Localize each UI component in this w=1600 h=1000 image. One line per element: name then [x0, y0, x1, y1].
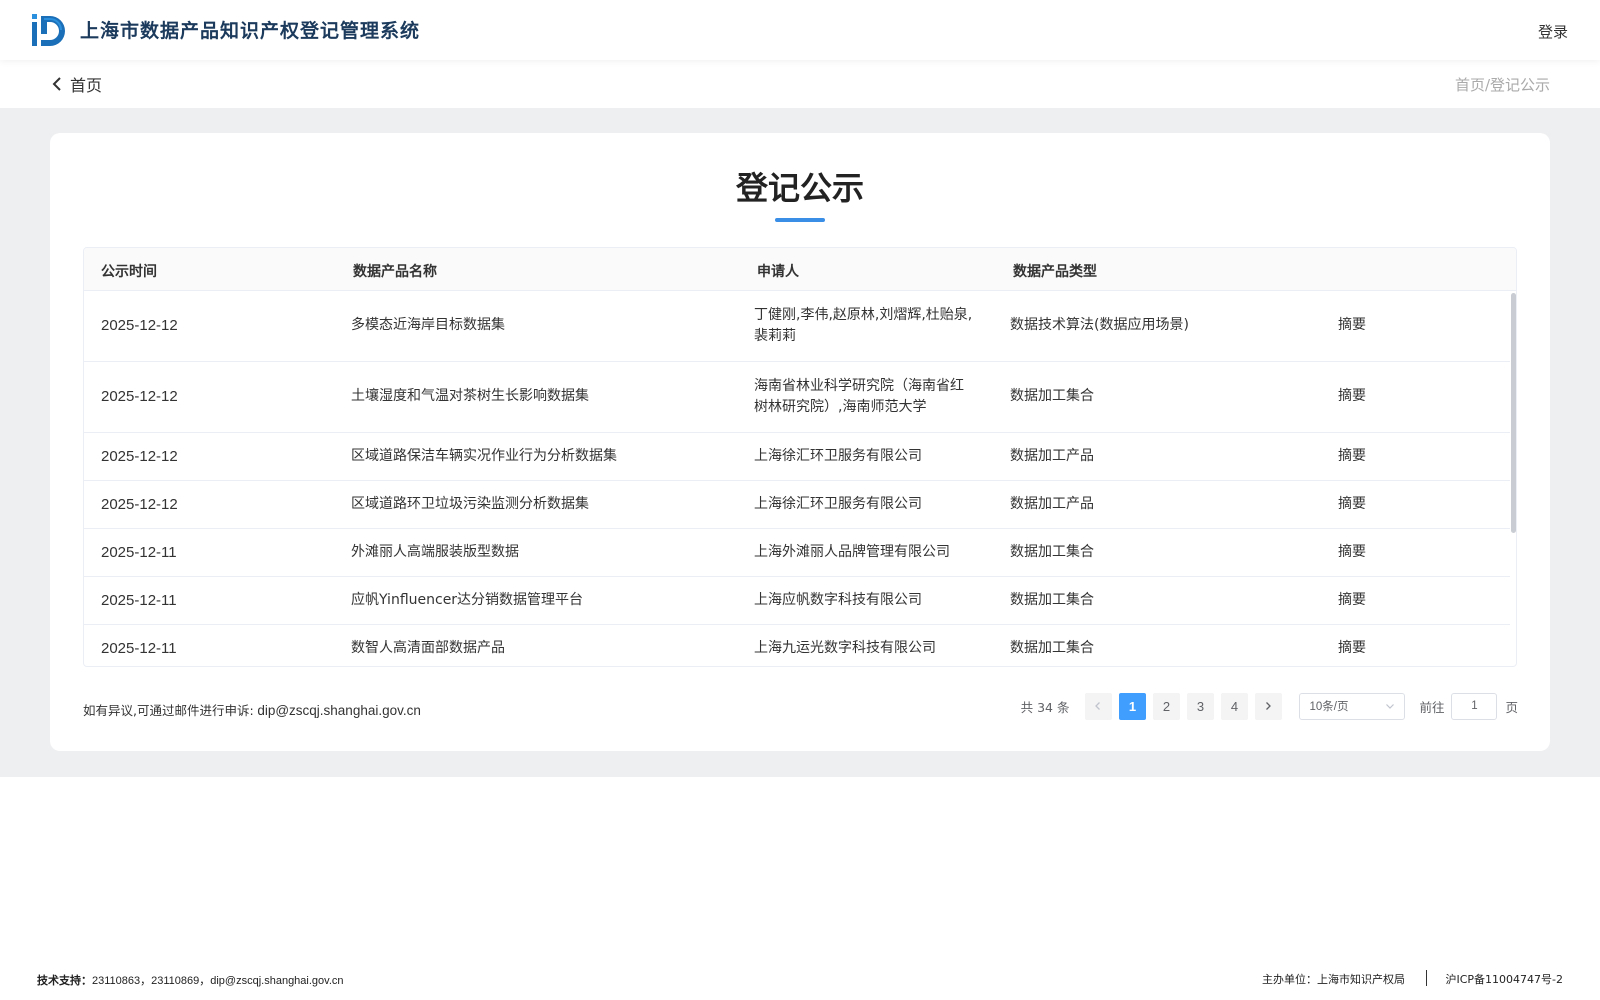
row-product-type: 数据加工集合: [1010, 640, 1094, 656]
table-row: 2025-12-12 多模态近海岸目标数据集 丁健刚,李伟,赵原林,刘熠辉,杜贻…: [84, 291, 1510, 362]
row-product-type: 数据加工集合: [1010, 544, 1094, 560]
total-count: 共 34 条: [1020, 699, 1070, 715]
sub-navigation: 首页 首页/登记公示: [0, 60, 1600, 108]
next-page-button[interactable]: [1254, 692, 1282, 720]
row-applicant: 上海徐汇环卫服务有限公司: [754, 496, 922, 512]
page-button[interactable]: 2: [1152, 692, 1180, 720]
table-scrollbar[interactable]: [1510, 291, 1516, 666]
page-suffix: 页: [1505, 699, 1518, 715]
row-summary-link[interactable]: 摘要: [1338, 386, 1366, 407]
tech-support-contacts: 23110863，23110869，dip@zscqj.shanghai.gov…: [92, 975, 344, 987]
site-footer: 技术支持：23110863，23110869，dip@zscqj.shangha…: [0, 960, 1600, 1000]
row-applicant: 上海外滩丽人品牌管理有限公司: [754, 544, 950, 560]
row-product-name: 土壤湿度和气温对茶树生长影响数据集: [351, 388, 589, 404]
table-row: 2025-12-11 外滩丽人高端服装版型数据 上海外滩丽人品牌管理有限公司 数…: [84, 529, 1510, 577]
chevron-right-icon: [1266, 702, 1272, 710]
pagination: 共 34 条 1 2 3 4 10条/页 前往 页: [1021, 692, 1518, 720]
page-size-value: 10条/页: [1309, 701, 1349, 713]
row-product-name: 数智人高清面部数据产品: [351, 640, 505, 656]
appeal-email: dip@zscqj.shanghai.gov.cn: [257, 703, 421, 718]
row-product-type: 数据加工产品: [1010, 496, 1094, 512]
row-date: 2025-12-11: [101, 592, 177, 609]
title-underline: [775, 218, 825, 222]
row-applicant: 上海九运光数字科技有限公司: [754, 640, 936, 656]
breadcrumb: 首页/登记公示: [1454, 76, 1550, 94]
row-summary-link[interactable]: 摘要: [1338, 446, 1366, 467]
table-row: 2025-12-12 土壤湿度和气温对茶树生长影响数据集 海南省林业科学研究院（…: [84, 362, 1510, 433]
announcement-table: 公示时间 数据产品名称 申请人 数据产品类型 2025-12-12 多模态近海岸…: [83, 247, 1517, 667]
row-applicant: 上海徐汇环卫服务有限公司: [754, 448, 922, 464]
host-organization: 主办单位：上海市知识产权局: [1262, 973, 1405, 986]
table-row: 2025-12-11 数智人高清面部数据产品 上海九运光数字科技有限公司 数据加…: [84, 625, 1510, 666]
row-summary-link[interactable]: 摘要: [1338, 542, 1366, 563]
table-body[interactable]: 2025-12-12 多模态近海岸目标数据集 丁健刚,李伟,赵原林,刘熠辉,杜贻…: [84, 291, 1510, 666]
row-summary-link[interactable]: 摘要: [1338, 315, 1366, 336]
appeal-label: 如有异议,可通过邮件进行申诉:: [83, 703, 254, 718]
chevron-left-icon: [52, 77, 61, 91]
column-header-name: 数据产品名称: [353, 264, 437, 280]
row-date: 2025-12-12: [101, 388, 178, 405]
row-applicant: 上海应帆数字科技有限公司: [754, 592, 922, 608]
column-header-date: 公示时间: [101, 264, 157, 280]
goto-page-input[interactable]: [1451, 692, 1498, 720]
row-product-type: 数据技术算法(数据应用场景): [1010, 317, 1189, 333]
row-date: 2025-12-12: [101, 448, 178, 465]
page-size-select[interactable]: 10条/页: [1299, 692, 1406, 720]
page-button[interactable]: 4: [1220, 692, 1248, 720]
tech-support: 技术支持：23110863，23110869，dip@zscqj.shangha…: [37, 972, 344, 988]
top-header: 上海市数据产品知识产权登记管理系统 登录: [0, 0, 1600, 60]
announcement-card: 登记公示 公示时间 数据产品名称 申请人 数据产品类型 2025-12-12 多…: [50, 133, 1550, 751]
row-product-name: 多模态近海岸目标数据集: [351, 317, 505, 333]
back-label: 首页: [70, 76, 103, 95]
icp-number[interactable]: 沪ICP备11004747号-2: [1445, 971, 1563, 987]
column-header-type: 数据产品类型: [1013, 264, 1097, 280]
page-button[interactable]: 1: [1118, 692, 1146, 720]
chevron-left-icon: [1095, 702, 1101, 710]
table-row: 2025-12-11 应帆Yinfluencer达分销数据管理平台 上海应帆数字…: [84, 577, 1510, 625]
login-link[interactable]: 登录: [1538, 21, 1568, 42]
appeal-notice: 如有异议,可通过邮件进行申诉: dip@zscqj.shanghai.gov.c…: [83, 700, 421, 719]
row-summary-link[interactable]: 摘要: [1338, 590, 1366, 611]
page-button[interactable]: 3: [1186, 692, 1214, 720]
goto-label: 前往: [1419, 699, 1445, 715]
chevron-down-icon: [1386, 704, 1395, 709]
row-applicant: 海南省林业科学研究院（海南省红树林研究院）,海南师范大学: [754, 378, 964, 415]
table-row: 2025-12-12 区域道路环卫垃圾污染监测分析数据集 上海徐汇环卫服务有限公…: [84, 481, 1510, 529]
row-product-name: 区域道路保洁车辆实况作业行为分析数据集: [351, 448, 617, 464]
row-applicant: 丁健刚,李伟,赵原林,刘熠辉,杜贻泉,裴莉莉: [754, 307, 973, 344]
back-home-button[interactable]: 首页: [50, 72, 102, 96]
footer-divider: [1426, 970, 1427, 986]
prev-page-button[interactable]: [1084, 692, 1112, 720]
row-date: 2025-12-12: [101, 496, 178, 513]
column-header-applicant: 申请人: [757, 264, 799, 280]
page-title: 登记公示: [735, 169, 864, 207]
row-product-type: 数据加工产品: [1010, 448, 1094, 464]
tech-support-label: 技术支持：: [37, 974, 92, 987]
table-header: 公示时间 数据产品名称 申请人 数据产品类型: [84, 248, 1516, 291]
row-summary-link[interactable]: 摘要: [1338, 638, 1366, 659]
scrollbar-thumb[interactable]: [1511, 293, 1516, 533]
row-summary-link[interactable]: 摘要: [1338, 494, 1366, 515]
row-product-name: 外滩丽人高端服装版型数据: [351, 544, 519, 560]
table-row: 2025-12-12 区域道路保洁车辆实况作业行为分析数据集 上海徐汇环卫服务有…: [84, 433, 1510, 481]
row-product-name: 区域道路环卫垃圾污染监测分析数据集: [351, 496, 589, 512]
row-date: 2025-12-11: [101, 640, 177, 657]
row-product-type: 数据加工集合: [1010, 592, 1094, 608]
row-product-name: 应帆Yinfluencer达分销数据管理平台: [351, 592, 584, 608]
app-title: 上海市数据产品知识产权登记管理系统: [80, 20, 421, 42]
row-product-type: 数据加工集合: [1010, 388, 1094, 404]
dip-logo-icon: [32, 14, 65, 46]
row-date: 2025-12-11: [101, 544, 177, 561]
row-date: 2025-12-12: [101, 317, 178, 334]
